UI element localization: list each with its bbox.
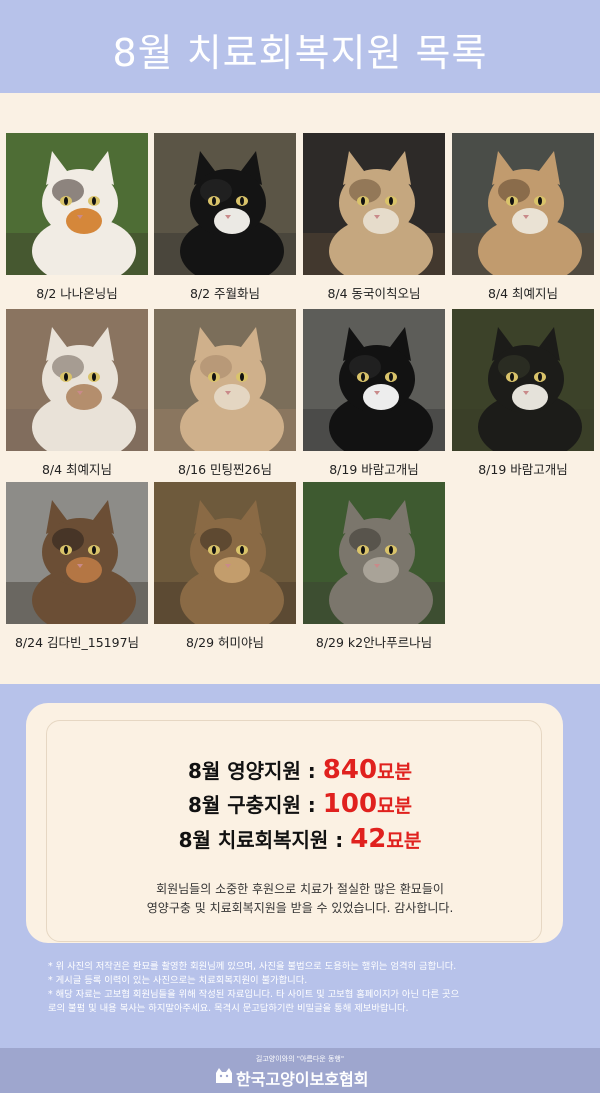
cat-caption: 8/4 최예지님	[487, 286, 559, 301]
cat-caption: 8/19 바람고개님	[329, 462, 419, 477]
cat-photo-image	[6, 482, 148, 624]
cat-caption: 8/4 최예지님	[41, 462, 113, 477]
cat-photo-image	[452, 309, 594, 451]
usage-note-line-2: 로의 불펌 및 내용 복사는 하지말아주세요. 목격시 문고답하기란 비밀글을 …	[48, 1003, 409, 1014]
cat-photo	[452, 133, 594, 275]
cat-photo-image	[154, 482, 296, 624]
cat-photo	[154, 133, 296, 275]
deworm-unit: 묘분	[377, 795, 413, 817]
cat-photo-image	[303, 309, 445, 451]
page-title: 8월 치료회복지원 목록	[112, 31, 488, 75]
cat-caption: 8/16 민팅찐26님	[178, 462, 272, 477]
cat-caption: 8/2 나나온닝님	[36, 286, 118, 301]
nutrition-support-line: 8월 영양지원 : 840묘분	[0, 755, 600, 785]
recovery-support-line: 8월 치료회복지원 : 42묘분	[0, 824, 600, 854]
deworm-support-line: 8월 구충지원 : 100묘분	[0, 789, 600, 819]
usage-note-line-1: * 해당 자료는 고보협 회원님들을 위해 작성된 자료입니다. 타 사이트 및…	[48, 989, 460, 1000]
cat-caption: 8/4 동국이칙오님	[327, 286, 421, 301]
cat-photo	[303, 482, 445, 624]
cat-photo	[154, 482, 296, 624]
footer-slogan: 길고양이와의 "아름다운 동행"	[255, 1055, 345, 1063]
cat-photo	[6, 309, 148, 451]
deworm-label: 8월 구충지원 :	[187, 793, 323, 817]
cat-caption: 8/2 주월화님	[189, 286, 261, 301]
nutrition-label: 8월 영양지원 :	[187, 759, 323, 783]
cat-photo-image	[303, 133, 445, 275]
cat-photo	[6, 482, 148, 624]
cat-photo	[6, 133, 148, 275]
cat-caption: 8/29 k2안나푸르나님	[315, 635, 433, 650]
recovery-unit: 묘분	[386, 830, 422, 852]
deworm-value: 100	[322, 789, 378, 819]
cat-photo	[303, 133, 445, 275]
cat-caption: 8/29 허미야님	[185, 635, 265, 650]
copyright-note: * 위 사진의 저작권은 환묘를 촬영한 회원님께 있으며, 사진을 불법으로 …	[48, 961, 457, 972]
cat-photo-image	[6, 133, 148, 275]
cat-photo	[452, 309, 594, 451]
posting-history-note: * 게시글 등록 이력이 있는 사진으로는 치료회복지원이 불가합니다.	[48, 975, 308, 986]
cat-photo-image	[154, 309, 296, 451]
nutrition-value: 840	[322, 755, 378, 785]
header-banner: 8월 치료회복지원 목록	[0, 0, 600, 93]
cat-photo	[154, 309, 296, 451]
cat-caption: 8/19 바람고개님	[478, 462, 568, 477]
recovery-value: 42	[350, 824, 387, 854]
cat-photo-image	[6, 309, 148, 451]
cat-photo-image	[303, 482, 445, 624]
recovery-label: 8월 치료회복지원 :	[178, 828, 351, 852]
thanks-line-1: 회원님들의 소중한 후원으로 치료가 절실한 많은 환묘들이	[156, 882, 444, 896]
cat-photo-image	[154, 133, 296, 275]
footer-org-name: 한국고양이보호협회	[236, 1070, 369, 1089]
nutrition-unit: 묘분	[377, 761, 413, 783]
thanks-line-2: 영양구충 및 치료회복지원을 받을 수 있었습니다. 감사합니다.	[146, 901, 454, 915]
cat-caption: 8/24 김다빈_15197님	[14, 635, 140, 650]
cat-photo	[303, 309, 445, 451]
cat-photo-image	[452, 133, 594, 275]
